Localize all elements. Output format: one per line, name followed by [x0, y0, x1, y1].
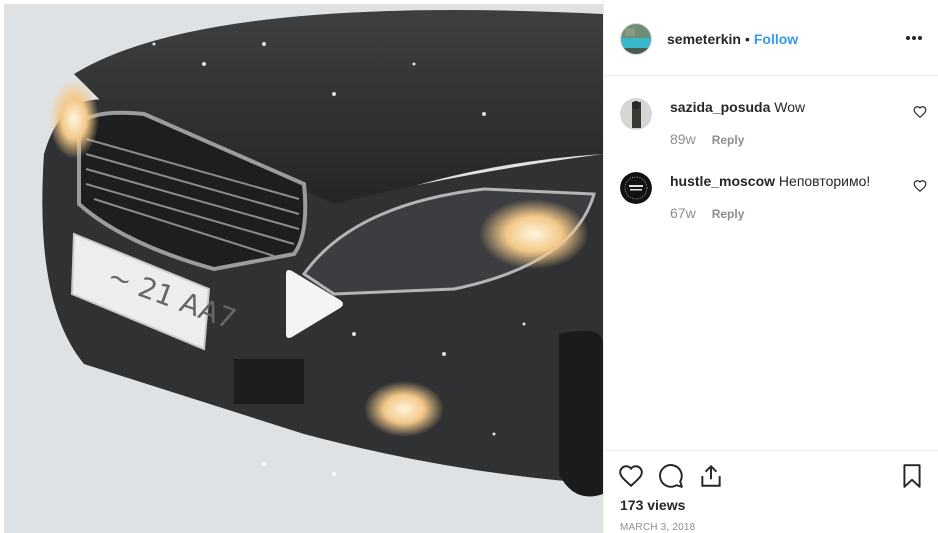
- comment-username[interactable]: sazida_posuda: [670, 99, 770, 115]
- play-icon[interactable]: [280, 268, 344, 340]
- post-date[interactable]: MARCH 3, 2018: [620, 522, 695, 533]
- avatar[interactable]: [620, 23, 652, 55]
- separator-dot: •: [744, 31, 750, 47]
- post-side-panel: semeterkin • Follow sazida_posuda Wow 89w R…: [604, 0, 938, 533]
- avatar[interactable]: [620, 172, 652, 204]
- reply-button[interactable]: Reply: [712, 207, 745, 221]
- post-header: semeterkin • Follow: [604, 0, 938, 76]
- share-icon[interactable]: [698, 463, 724, 489]
- comment-time[interactable]: 67w: [670, 205, 696, 221]
- comment-text: Неповторимо!: [778, 173, 871, 189]
- post-author-username[interactable]: semeterkin: [667, 31, 741, 47]
- comment-icon[interactable]: [658, 463, 684, 489]
- view-count[interactable]: 173 views: [620, 497, 685, 513]
- reply-button[interactable]: Reply: [712, 133, 745, 147]
- more-options-icon[interactable]: [904, 30, 924, 46]
- heart-icon[interactable]: [913, 105, 927, 119]
- post-actions-bar: 173 views MARCH 3, 2018: [604, 450, 938, 533]
- heart-icon[interactable]: [618, 463, 644, 489]
- avatar[interactable]: [620, 98, 652, 130]
- comment-text: Wow: [774, 99, 806, 115]
- heart-icon[interactable]: [913, 179, 927, 193]
- follow-button[interactable]: Follow: [754, 31, 798, 47]
- comment-username[interactable]: hustle_moscow: [670, 173, 775, 189]
- post-video[interactable]: ~ 21 AA7: [4, 4, 603, 533]
- bookmark-icon[interactable]: [899, 463, 925, 489]
- comment-time[interactable]: 89w: [670, 131, 696, 147]
